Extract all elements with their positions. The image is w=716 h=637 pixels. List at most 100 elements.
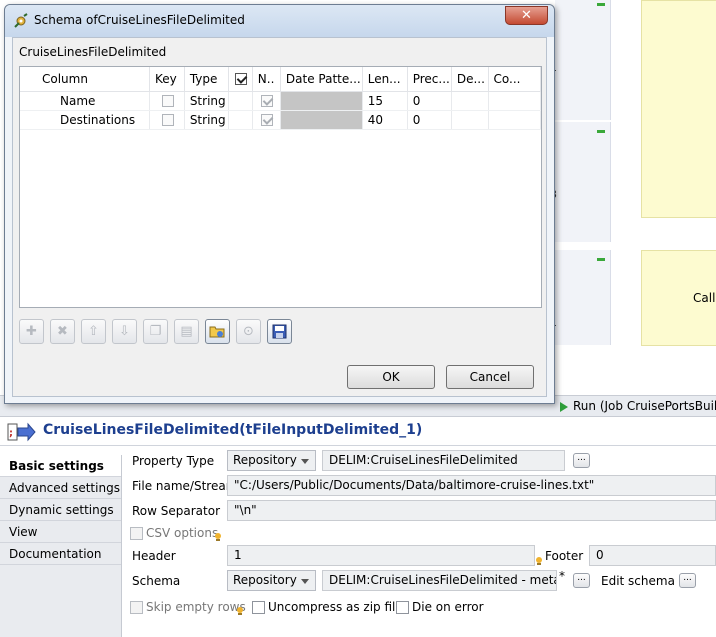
link-marker [597, 130, 605, 133]
cell-type[interactable]: String [184, 91, 230, 111]
tab-documentation[interactable]: Documentation [0, 543, 121, 565]
arrow-down-icon: ⇩ [119, 324, 130, 339]
copy-icon: ❐ [149, 324, 162, 339]
hint-bulb-icon [237, 607, 243, 615]
cell-column-name[interactable]: Name [20, 91, 150, 111]
move-down-button[interactable]: ⇩ [112, 319, 137, 344]
nullable-checkbox[interactable] [260, 95, 273, 107]
schema-browse-button[interactable]: ... [573, 573, 590, 588]
cell-nullable[interactable] [252, 91, 281, 111]
cell-default[interactable] [451, 110, 489, 130]
remove-row-button[interactable]: ✖ [50, 319, 75, 344]
edit-schema-button[interactable]: ... [679, 573, 696, 588]
skip-empty-rows-checkbox[interactable] [130, 601, 143, 614]
close-button[interactable]: ✕ [505, 6, 548, 25]
row-separator-field[interactable]: "\n" [227, 500, 716, 521]
hint-bulb-icon [536, 557, 542, 565]
chevron-down-icon [301, 579, 309, 584]
die-on-error-checkbox[interactable] [396, 601, 409, 614]
schema-table[interactable]: Column Key Type N.. Date Patte... Len...… [19, 66, 542, 308]
uncompress-zip-checkbox[interactable] [252, 601, 265, 614]
column-header-nullable[interactable]: N.. [252, 67, 281, 92]
cancel-button[interactable]: Cancel [446, 365, 534, 389]
column-header-key[interactable]: Key [149, 67, 185, 92]
column-header-precision[interactable]: Prec... [407, 67, 452, 92]
property-browse-button[interactable]: ... [573, 453, 590, 468]
uncompress-zip-label: Uncompress as zip file [268, 600, 403, 614]
save-schema-button[interactable] [267, 319, 292, 344]
schema-repository-field[interactable]: DELIM:CruiseLinesFileDelimited - metadat… [322, 570, 557, 591]
ok-button[interactable]: OK [347, 365, 435, 389]
copy-button[interactable]: ❐ [143, 319, 168, 344]
table-row[interactable]: Destinations String 40 0 [20, 110, 541, 130]
schema-dialog: Schema ofCruiseLinesFileDelimited ✕ Crui… [4, 4, 555, 404]
dialog-titlebar[interactable]: Schema ofCruiseLinesFileDelimited ✕ [5, 5, 554, 37]
column-header-length[interactable]: Len... [362, 67, 408, 92]
tab-view[interactable]: View [0, 521, 121, 543]
cell-key[interactable] [149, 110, 185, 130]
cell-precision[interactable]: 0 [407, 91, 452, 111]
csv-options-label: CSV options [146, 526, 219, 540]
canvas-lane [555, 122, 611, 242]
file-name-field[interactable]: "C:/Users/Public/Documents/Data/baltimor… [227, 475, 716, 496]
file-name-label: File name/Stream [132, 479, 238, 493]
cell-nullable[interactable] [252, 110, 281, 130]
schema-label: Schema [132, 574, 181, 588]
tab-advanced-settings[interactable]: Advanced settings [0, 477, 121, 499]
column-header-nullable-check[interactable] [228, 67, 253, 92]
column-header-comment[interactable]: Co... [488, 67, 541, 92]
skip-empty-rows-label: Skip empty rows [146, 600, 246, 614]
table-row[interactable]: Name String 15 0 [20, 91, 541, 111]
cell-column-name[interactable]: Destinations [20, 110, 150, 130]
run-icon [560, 402, 568, 412]
canvas-lane [555, 250, 611, 345]
schema-type-select[interactable]: Repository [227, 570, 316, 591]
header-field[interactable]: 1 [227, 545, 535, 566]
key-checkbox[interactable] [162, 95, 174, 107]
tab-dynamic-settings[interactable]: Dynamic settings [0, 499, 121, 521]
cell-comment[interactable] [488, 110, 541, 130]
move-up-button[interactable]: ⇧ [81, 319, 106, 344]
folder-import-icon [209, 326, 225, 338]
property-type-label: Property Type [132, 454, 215, 468]
property-repository-field[interactable]: DELIM:CruiseLinesFileDelimited [322, 450, 565, 471]
svg-text:;: ; [9, 428, 13, 439]
cell-type[interactable]: String [184, 110, 230, 130]
schema-icon [14, 13, 28, 28]
paste-button[interactable]: ▤ [174, 319, 199, 344]
tab-basic-settings[interactable]: Basic settings [0, 455, 121, 477]
cell-date-pattern [280, 110, 363, 130]
property-type-select[interactable]: Repository [227, 450, 316, 471]
export-schema-button[interactable]: ⊙ [236, 319, 261, 344]
link-marker [597, 3, 605, 6]
schema-name-label: CruiseLinesFileDelimited [19, 45, 167, 59]
footer-field[interactable]: 0 [589, 545, 716, 566]
cell-length[interactable]: 40 [362, 110, 408, 130]
schema-modified-star: * [559, 569, 565, 583]
add-row-button[interactable]: ✚ [19, 319, 44, 344]
cell-key[interactable] [149, 91, 185, 111]
hint-bulb-icon [215, 533, 221, 541]
plus-icon: ✚ [26, 324, 37, 339]
column-header-default[interactable]: De... [451, 67, 489, 92]
import-schema-button[interactable] [205, 319, 230, 344]
cell-default[interactable] [451, 91, 489, 111]
component-header: ; CruiseLinesFileDelimited(tFileInputDel… [0, 418, 716, 446]
cell-length[interactable]: 15 [362, 91, 408, 111]
csv-options-checkbox[interactable] [130, 527, 143, 540]
nullable-checkbox[interactable] [260, 114, 273, 126]
row-separator-label: Row Separator [132, 504, 221, 518]
select-all-checkbox[interactable] [235, 73, 248, 86]
cell-precision[interactable]: 0 [407, 110, 452, 130]
dialog-title: Schema ofCruiseLinesFileDelimited [34, 13, 245, 27]
key-checkbox[interactable] [162, 114, 174, 126]
column-header-column[interactable]: Column [20, 67, 150, 92]
canvas-note-box[interactable]: Call [641, 250, 716, 346]
column-header-date-pattern[interactable]: Date Patte... [280, 67, 363, 92]
close-icon: ✕ [521, 8, 532, 23]
tab-run-job[interactable]: Run (Job CruisePortsBuilde [556, 396, 716, 417]
canvas-note-box[interactable] [641, 0, 716, 218]
column-header-type[interactable]: Type [184, 67, 230, 92]
cell-comment[interactable] [488, 91, 541, 111]
schema-type-value: Repository [233, 573, 297, 587]
